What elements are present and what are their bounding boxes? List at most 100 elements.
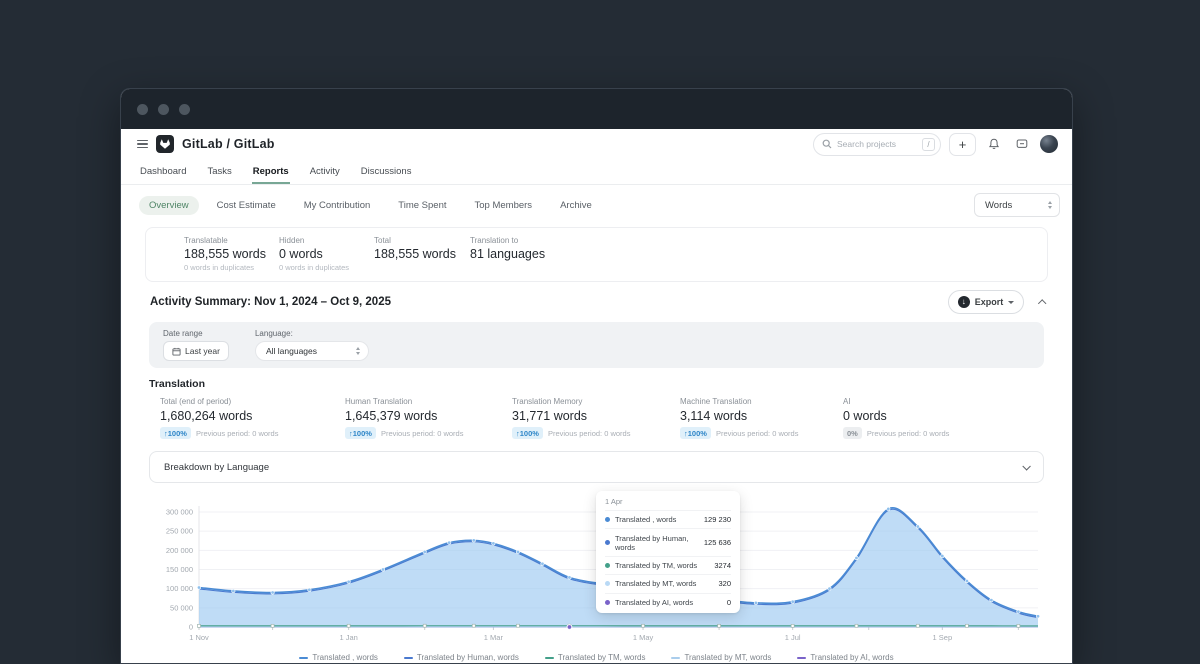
bell-icon (988, 138, 1000, 150)
menu-icon[interactable] (137, 140, 148, 149)
tab-overview[interactable]: Overview (139, 196, 199, 215)
data-point (381, 568, 384, 571)
language-select[interactable]: All languages (255, 341, 369, 361)
metric-value: 0 words (843, 409, 993, 423)
notifications-button[interactable] (984, 134, 1004, 154)
stat-label: Translation to (470, 236, 610, 245)
data-point (232, 589, 235, 592)
y-axis-label: 0 (189, 623, 193, 632)
tm-data-point (271, 624, 274, 627)
data-point (791, 600, 794, 603)
app-header: GitLab / GitLab / + (121, 129, 1072, 159)
page-title: GitLab / GitLab (182, 137, 275, 151)
legend-label: Translated by AI, words (810, 653, 893, 662)
data-point (1017, 610, 1020, 613)
stat-note: 0 words in duplicates (184, 263, 279, 272)
tab-archive[interactable]: Archive (550, 196, 602, 215)
select-arrows-icon (356, 347, 360, 355)
metric-badges: 0%Previous period: 0 words (843, 427, 993, 439)
tm-data-point (791, 624, 794, 627)
metric-label: Machine Translation (680, 397, 843, 406)
breakdown-title: Breakdown by Language (164, 462, 269, 473)
breakdown-by-language-toggle[interactable]: Breakdown by Language (149, 451, 1044, 483)
date-range-label: Date range (163, 329, 229, 338)
create-new-button[interactable]: + (949, 133, 976, 156)
tooltip-date: 1 Apr (605, 497, 731, 510)
nav-tab-reports[interactable]: Reports (252, 161, 290, 184)
stat-value: 0 words (279, 247, 374, 261)
series-dot-icon (605, 517, 610, 522)
search-input[interactable] (837, 139, 917, 149)
tm-data-point (472, 624, 475, 627)
app-content: GitLab / GitLab / + (121, 129, 1072, 664)
nav-tab-discussions[interactable]: Discussions (360, 161, 413, 184)
window-button-2[interactable] (158, 104, 169, 115)
trend-badge: ↑100% (160, 427, 191, 439)
nav-tab-tasks[interactable]: Tasks (206, 161, 232, 184)
legend-item-translated-words[interactable]: Translated , words (299, 653, 378, 662)
legend-item-translated-by-tm-words[interactable]: Translated by TM, words (545, 653, 646, 662)
metric-value: 1,680,264 words (160, 409, 345, 423)
nav-tab-activity[interactable]: Activity (309, 161, 341, 184)
tab-cost-estimate[interactable]: Cost Estimate (207, 196, 286, 215)
tab-time-spent[interactable]: Time Spent (388, 196, 456, 215)
window-button-1[interactable] (137, 104, 148, 115)
legend-dash-icon (545, 657, 554, 659)
legend-dash-icon (797, 657, 806, 659)
metric-label: Human Translation (345, 397, 512, 406)
download-icon: ↓ (958, 296, 970, 308)
legend-item-translated-by-ai-words[interactable]: Translated by AI, words (797, 653, 893, 662)
legend-label: Translated , words (312, 653, 378, 662)
activity-summary-title: Activity Summary: Nov 1, 2024 – Oct 9, 2… (150, 296, 948, 308)
tm-data-point (198, 624, 201, 627)
x-axis-label: 1 Mar (484, 633, 504, 642)
stat-translatable: Translatable188,555 words0 words in dupl… (184, 236, 279, 272)
data-point (423, 550, 426, 553)
date-range-button[interactable]: Last year (163, 341, 229, 361)
tooltip-row: Translated , words129 230 (605, 510, 731, 528)
translation-metrics: Total (end of period) 1,680,264 words ↑100… (149, 397, 1044, 439)
select-arrows-icon (1048, 201, 1052, 209)
tooltip-rows: Translated , words129 230Translated by H… (605, 510, 731, 611)
legend-item-translated-by-mt-words[interactable]: Translated by MT, words (671, 653, 771, 662)
messages-button[interactable] (1012, 134, 1032, 154)
export-button[interactable]: ↓ Export (948, 290, 1025, 314)
tm-data-point (855, 624, 858, 627)
tooltip-series-value: 0 (727, 598, 731, 607)
collapse-section-button[interactable] (1040, 293, 1046, 311)
export-button-label: Export (975, 297, 1004, 307)
search-shortcut-badge: / (922, 138, 935, 151)
window-button-3[interactable] (179, 104, 190, 115)
nav-tab-dashboard[interactable]: Dashboard (139, 161, 187, 184)
user-avatar[interactable] (1040, 135, 1058, 153)
data-point (855, 556, 858, 559)
y-axis-label: 100 000 (166, 584, 193, 593)
tm-data-point (347, 624, 350, 627)
app-window: GitLab / GitLab / + (120, 88, 1073, 664)
search-box[interactable]: / (813, 133, 941, 156)
highlighted-point (567, 625, 572, 630)
legend-label: Translated by MT, words (684, 653, 771, 662)
tab-my-contribution[interactable]: My Contribution (294, 196, 381, 215)
metric-note: Previous period: 0 words (716, 429, 799, 438)
data-point (568, 576, 571, 579)
gitlab-logo-icon[interactable] (156, 135, 174, 153)
language-label: Language: (255, 329, 369, 338)
data-point (271, 591, 274, 594)
trend-badge: 0% (843, 427, 862, 439)
translation-section-title: Translation (149, 378, 1044, 390)
legend-dash-icon (404, 657, 413, 659)
stat-hidden: Hidden0 words0 words in duplicates (279, 236, 374, 272)
legend-item-translated-by-human-words[interactable]: Translated by Human, words (404, 653, 519, 662)
data-point (347, 580, 350, 583)
metric-badges: ↑100%Previous period: 0 words (512, 427, 680, 439)
tab-top-members[interactable]: Top Members (465, 196, 543, 215)
stat-label: Total (374, 236, 470, 245)
data-point (1036, 615, 1039, 618)
metric-note: Previous period: 0 words (196, 429, 279, 438)
project-word-stats: Translatable188,555 words0 words in dupl… (145, 227, 1048, 282)
metric-label: Total (end of period) (160, 397, 345, 406)
legend-label: Translated by Human, words (417, 653, 519, 662)
unit-selector[interactable]: Words (974, 193, 1060, 217)
y-axis-label: 250 000 (166, 527, 193, 536)
